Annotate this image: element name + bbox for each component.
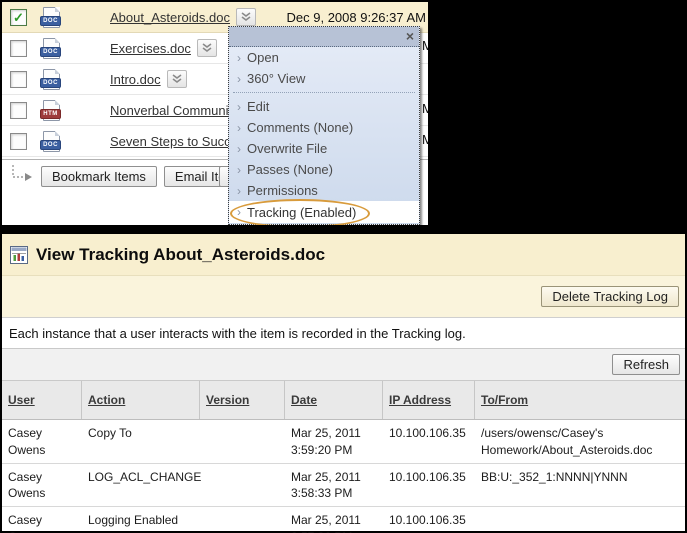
menu-item-passes[interactable]: › Passes (None) [229,159,419,180]
panel-actions: Delete Tracking Log [2,276,685,318]
sort-ip-address-header[interactable]: IP Address [389,393,451,408]
file-manager-screenshot: ✓ DOC About_Asteroids.doc Dec 9, 2008 9:… [2,2,428,225]
sort-user-header[interactable]: User [8,393,35,408]
file-link[interactable]: Nonverbal Communic [110,103,235,118]
file-type-badge: DOC [40,140,61,150]
bullet-icon: › [237,121,241,135]
dropdown-chevron-icon[interactable] [167,70,187,88]
clipped-date-fragment: M [422,101,428,116]
cell-user: Casey Owens [2,420,82,463]
bullet-icon: › [237,163,241,177]
doc-file-icon: DOC [40,69,62,89]
checkbox-checked[interactable]: ✓ [10,9,27,26]
cell-date: Mar 25, 2011 3:58:33 PM [285,464,383,507]
sort-tofrom-header[interactable]: To/From [481,393,528,408]
checkbox[interactable] [10,133,27,150]
checkbox[interactable] [10,102,27,119]
bullet-icon: › [237,142,241,156]
check-icon: ✓ [13,11,24,24]
clipped-date-fragment: M [422,132,428,147]
panel-description: Each instance that a user interacts with… [2,318,685,348]
menu-divider [233,92,415,93]
doc-file-icon: DOC [40,38,62,58]
file-type-badge: DOC [40,16,61,26]
checkbox[interactable] [10,40,27,57]
cell-date: Mar 25, 2011 3:59:20 PM [285,420,383,463]
cell-version [200,464,285,507]
file-link[interactable]: Exercises.doc [110,41,191,56]
menu-item-label: Tracking (Enabled) [247,205,356,220]
cell-tofrom: BB:U:_352_1:NNNN|YNNN [475,464,685,507]
delete-tracking-log-button[interactable]: Delete Tracking Log [541,286,679,307]
cell-version [200,420,285,463]
bullet-icon: › [237,184,241,198]
tracking-chart-icon [10,246,28,264]
menu-item-permissions[interactable]: › Permissions [229,180,419,201]
cell-action: LOG_ACL_CHANGE [82,464,200,507]
file-date: Dec 9, 2008 9:26:37 AM [287,10,428,25]
cell-version [200,507,285,533]
menu-item-label: Passes (None) [247,162,333,177]
cell-action: Copy To [82,420,200,463]
table-row: Casey Owens Copy To Mar 25, 2011 3:59:20… [2,420,685,464]
table-row: Casey Owens LOG_ACL_CHANGE Mar 25, 2011 … [2,464,685,508]
refresh-button[interactable]: Refresh [612,354,680,375]
table-row: Casey Owens Logging Enabled Mar 25, 2011… [2,507,685,533]
sort-date-header[interactable]: Date [291,393,317,408]
table-header-row: User Action Version Date IP Address To/F… [2,381,685,420]
bullet-icon: › [237,205,241,219]
doc-file-icon: DOC [40,131,62,151]
file-type-badge: DOC [40,78,61,88]
cell-date: Mar 25, 2011 3:57:36 PM [285,507,383,533]
menu-item-edit[interactable]: › Edit [229,96,419,117]
page-title: View Tracking About_Asteroids.doc [36,245,325,265]
menu-item-label: Edit [247,99,269,114]
bullet-icon: › [237,72,241,86]
dropdown-chevron-icon[interactable] [197,39,217,57]
cell-ip: 10.100.106.35 [383,464,475,507]
menu-item-label: 360° View [247,71,305,86]
sort-version-header[interactable]: Version [206,393,249,408]
view-tracking-panel: View Tracking About_Asteroids.doc Delete… [2,234,685,531]
close-icon[interactable]: × [406,27,414,46]
menu-item-open[interactable]: › Open [229,47,419,68]
cell-user: Casey Owens [2,464,82,507]
checkbox[interactable] [10,71,27,88]
refresh-bar: Refresh [2,348,685,381]
sort-action-header[interactable]: Action [88,393,125,408]
menu-item-overwrite-file[interactable]: › Overwrite File [229,138,419,159]
panel-header: View Tracking About_Asteroids.doc [2,234,685,276]
description-text: Each instance that a user interacts with… [9,326,466,341]
htm-file-icon: HTM [40,100,62,120]
menu-item-label: Permissions [247,183,318,198]
screenshot-composite: ✓ DOC About_Asteroids.doc Dec 9, 2008 9:… [0,0,687,533]
menu-item-label: Comments (None) [247,120,353,135]
context-menu: × › Open › 360° View › Edit › Comments (None… [228,26,420,225]
doc-file-icon: DOC [40,7,62,27]
cell-tofrom [475,507,685,533]
menu-item-label: Open [247,50,279,65]
dropdown-chevron-icon[interactable] [236,8,256,26]
file-type-badge: HTM [40,109,61,119]
menu-item-comments[interactable]: › Comments (None) [229,117,419,138]
menu-item-label: Overwrite File [247,141,327,156]
cell-user: Casey Owens [2,507,82,533]
tracking-table: User Action Version Date IP Address To/F… [2,381,685,533]
file-link[interactable]: Seven Steps to Succe [110,134,238,149]
file-link[interactable]: Intro.doc [110,72,161,87]
cell-tofrom: /users/owensc/Casey's Homework/About_Ast… [475,420,685,463]
menu-item-360-view[interactable]: › 360° View [229,68,419,89]
cell-ip: 10.100.106.35 [383,420,475,463]
indent-arrow-icon [10,165,34,188]
file-type-badge: DOC [40,47,61,57]
cell-ip: 10.100.106.35 [383,507,475,533]
context-menu-titlebar: × [229,27,419,47]
bookmark-items-button[interactable]: Bookmark Items [41,166,157,187]
file-link[interactable]: About_Asteroids.doc [110,10,230,25]
clipped-date-fragment: M [422,38,428,53]
bullet-icon: › [237,51,241,65]
cell-action: Logging Enabled [82,507,200,533]
bullet-icon: › [237,100,241,114]
menu-item-tracking[interactable]: › Tracking (Enabled) [229,201,419,223]
